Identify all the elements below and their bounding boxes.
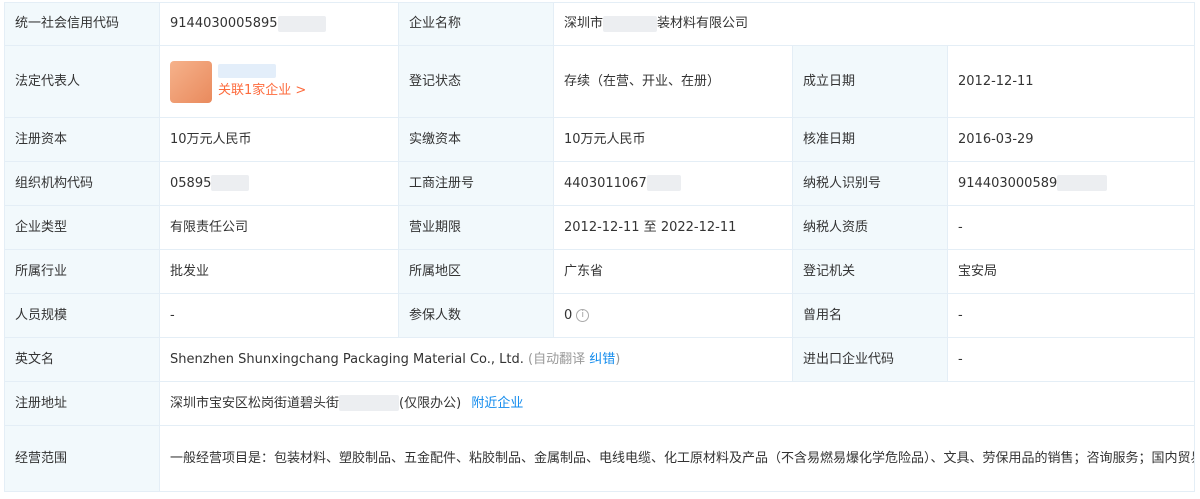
redaction-mask (218, 63, 276, 78)
table-row: 注册资本 10万元人民币 实缴资本 10万元人民币 核准日期 2016-03-2… (4, 117, 1195, 162)
found-date-label: 成立日期 (792, 45, 948, 118)
table-row: 统一社会信用代码 9144030005895 企业名称 深圳市 装材料有限公司 (4, 2, 1195, 46)
reg-capital-value: 10万元人民币 (159, 117, 399, 162)
industry-label: 所属行业 (4, 249, 160, 294)
region-value: 广东省 (553, 249, 793, 294)
redaction-mask (603, 15, 658, 32)
redaction-mask (646, 175, 681, 191)
company-name-label: 企业名称 (398, 2, 554, 46)
table-row: 法定代表人 关联1家企业 > 登记状态 存续（在营、开业、在册） 成立日期 20… (4, 45, 1195, 118)
former-name-value: - (947, 293, 1195, 338)
reg-status-value: 存续（在营、开业、在册） (553, 45, 793, 118)
biz-reg-value: 4403011067 (553, 161, 793, 206)
staff-size-value: - (159, 293, 399, 338)
company-info-panel: 统一社会信用代码 9144030005895 企业名称 深圳市 装材料有限公司 法… (0, 0, 1200, 499)
company-type-value: 有限责任公司 (159, 205, 399, 250)
paid-capital-label: 实缴资本 (398, 117, 554, 162)
scope-label: 经营范围 (4, 425, 160, 492)
legal-rep-label: 法定代表人 (4, 45, 160, 118)
nearby-companies-link[interactable]: 附近企业 (471, 396, 523, 411)
redaction-mask (277, 15, 326, 32)
taxpayer-id-label: 纳税人识别号 (792, 161, 948, 206)
taxpayer-qual-value: - (947, 205, 1195, 250)
table-row: 组织机构代码 05895 工商注册号 4403011067 纳税人识别号 914… (4, 161, 1195, 206)
staff-size-label: 人员规模 (4, 293, 160, 338)
org-code-label: 组织机构代码 (4, 161, 160, 206)
taxpayer-id-value: 914403000589 (947, 161, 1195, 206)
table-row: 人员规模 - 参保人数 0i 曾用名 - (4, 293, 1195, 338)
import-export-label: 进出口企业代码 (792, 337, 948, 382)
redaction-mask (1057, 175, 1108, 191)
redaction-mask (211, 175, 250, 191)
scope-value: 一般经营项目是：包装材料、塑胶制品、五金配件、粘胶制品、金属制品、电线电缆、化工… (159, 425, 1195, 492)
credit-code-value: 9144030005895 (159, 2, 399, 46)
english-name-label: 英文名 (4, 337, 160, 382)
correct-link[interactable]: 纠错 (589, 352, 615, 367)
reg-authority-label: 登记机关 (792, 249, 948, 294)
insured-value: 0i (553, 293, 793, 338)
table-row: 所属行业 批发业 所属地区 广东省 登记机关 宝安局 (4, 249, 1195, 294)
former-name-label: 曾用名 (792, 293, 948, 338)
reg-authority-value: 宝安局 (947, 249, 1195, 294)
redaction-mask (339, 395, 400, 411)
address-label: 注册地址 (4, 381, 160, 426)
table-row: 英文名 Shenzhen Shunxingchang Packaging Mat… (4, 337, 1195, 382)
paid-capital-value: 10万元人民币 (553, 117, 793, 162)
industry-value: 批发业 (159, 249, 399, 294)
address-value: 深圳市宝安区松岗街道碧头街 (仅限办公) 附近企业 (159, 381, 1195, 426)
approval-date-value: 2016-03-29 (947, 117, 1195, 162)
legal-rep-value: 关联1家企业 > (159, 45, 399, 118)
company-type-label: 企业类型 (4, 205, 160, 250)
reg-capital-label: 注册资本 (4, 117, 160, 162)
credit-code-label: 统一社会信用代码 (4, 2, 160, 46)
org-code-value: 05895 (159, 161, 399, 206)
company-name-value: 深圳市 装材料有限公司 (553, 2, 1195, 46)
biz-term-label: 营业期限 (398, 205, 554, 250)
reg-status-label: 登记状态 (398, 45, 554, 118)
import-export-value: - (947, 337, 1195, 382)
table-row: 注册地址 深圳市宝安区松岗街道碧头街 (仅限办公) 附近企业 (4, 381, 1195, 426)
approval-date-label: 核准日期 (792, 117, 948, 162)
company-info-table: 统一社会信用代码 9144030005895 企业名称 深圳市 装材料有限公司 法… (4, 2, 1195, 492)
taxpayer-qual-label: 纳税人资质 (792, 205, 948, 250)
region-label: 所属地区 (398, 249, 554, 294)
table-row: 企业类型 有限责任公司 营业期限 2012-12-11 至 2022-12-11… (4, 205, 1195, 250)
biz-reg-label: 工商注册号 (398, 161, 554, 206)
found-date-value: 2012-12-11 (947, 45, 1195, 118)
related-companies-link[interactable]: 关联1家企业 > (218, 82, 306, 100)
biz-term-value: 2012-12-11 至 2022-12-11 (553, 205, 793, 250)
info-icon[interactable]: i (576, 308, 590, 322)
avatar[interactable] (170, 60, 212, 103)
table-row: 经营范围 一般经营项目是：包装材料、塑胶制品、五金配件、粘胶制品、金属制品、电线… (4, 425, 1195, 492)
english-name-value: Shenzhen Shunxingchang Packaging Materia… (159, 337, 793, 382)
insured-label: 参保人数 (398, 293, 554, 338)
